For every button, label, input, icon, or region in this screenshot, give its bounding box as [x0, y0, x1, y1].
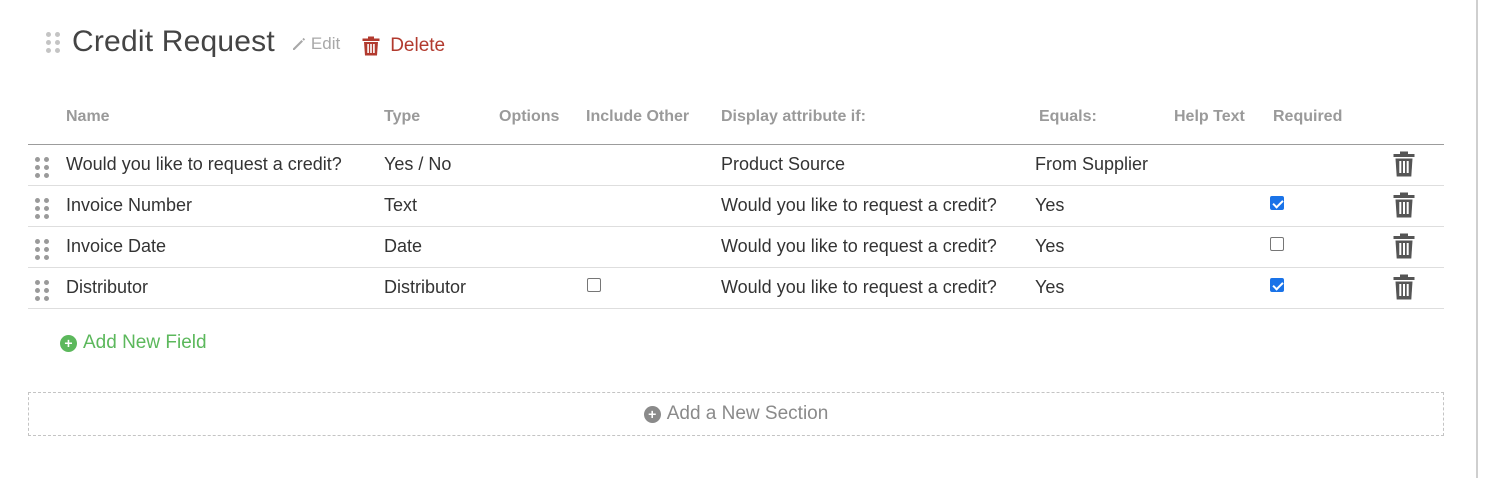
add-new-section-button[interactable]: + Add a New Section [28, 392, 1444, 436]
trash-icon [1393, 192, 1415, 218]
column-header-required: Required [1273, 108, 1343, 125]
plus-circle-icon: + [60, 334, 77, 352]
column-header-name: Name [66, 108, 110, 125]
plus-circle-icon: + [643, 405, 661, 423]
field-display-if: Product Source [721, 154, 846, 174]
include-other-checkbox[interactable] [587, 278, 601, 292]
add-new-field-button[interactable]: + Add New Field [60, 332, 207, 354]
trash-icon [1393, 151, 1415, 177]
field-name: Would you like to request a credit? [66, 154, 342, 174]
required-checkbox[interactable] [1270, 196, 1284, 210]
delete-section-button[interactable]: Delete [362, 35, 445, 57]
field-display-if: Would you like to request a credit? [721, 277, 997, 297]
column-header-equals: Equals: [1039, 108, 1097, 125]
delete-label: Delete [390, 35, 446, 56]
add-new-field-label: Add New Field [83, 332, 207, 353]
panel-right-border [1476, 0, 1478, 478]
row-drag-handle-icon[interactable] [35, 239, 49, 260]
section-drag-handle-icon[interactable] [46, 31, 60, 53]
table-row: Distributor Distributor Would you like t… [28, 268, 1444, 309]
field-name: Distributor [66, 277, 149, 297]
table-header: Name Type Options Include Other Display … [28, 100, 1444, 145]
field-display-if: Would you like to request a credit? [721, 236, 997, 256]
table-row: Invoice Number Text Would you like to re… [28, 186, 1444, 227]
required-checkbox[interactable] [1270, 278, 1284, 292]
trash-icon [1393, 274, 1415, 300]
field-name: Invoice Date [66, 236, 167, 256]
field-equals: Yes [1035, 236, 1065, 256]
edit-section-button[interactable]: Edit [291, 34, 340, 54]
table-row: Would you like to request a credit? Yes … [28, 145, 1444, 186]
column-header-display-if: Display attribute if: [721, 108, 866, 125]
trash-icon [362, 36, 380, 56]
pencil-icon [292, 37, 306, 50]
field-type: Date [384, 236, 423, 256]
column-header-include-other: Include Other [586, 108, 690, 125]
row-drag-handle-icon[interactable] [35, 198, 49, 219]
fields-table: Name Type Options Include Other Display … [28, 100, 1444, 309]
field-equals: Yes [1035, 277, 1065, 297]
field-type: Yes / No [384, 154, 452, 174]
column-header-help-text: Help Text [1174, 108, 1245, 125]
delete-field-button[interactable] [1393, 233, 1415, 264]
field-display-if: Would you like to request a credit? [721, 195, 997, 215]
field-type: Distributor [384, 277, 467, 297]
section-header: Credit Request Edit Delete [46, 22, 445, 62]
required-checkbox[interactable] [1270, 237, 1284, 251]
field-type: Text [384, 195, 418, 215]
trash-icon [1393, 233, 1415, 259]
field-name: Invoice Number [66, 195, 193, 215]
column-header-options: Options [499, 108, 560, 125]
column-header-type: Type [384, 108, 421, 125]
field-equals: From Supplier [1035, 154, 1149, 174]
delete-field-button[interactable] [1393, 192, 1415, 223]
row-drag-handle-icon[interactable] [35, 157, 49, 178]
delete-field-button[interactable] [1393, 274, 1415, 305]
edit-label: Edit [310, 34, 341, 53]
delete-field-button[interactable] [1393, 151, 1415, 182]
section-title: Credit Request [72, 25, 275, 58]
table-row: Invoice Date Date Would you like to requ… [28, 227, 1444, 268]
field-equals: Yes [1035, 195, 1065, 215]
add-new-section-label: Add a New Section [666, 403, 829, 424]
row-drag-handle-icon[interactable] [35, 280, 49, 301]
